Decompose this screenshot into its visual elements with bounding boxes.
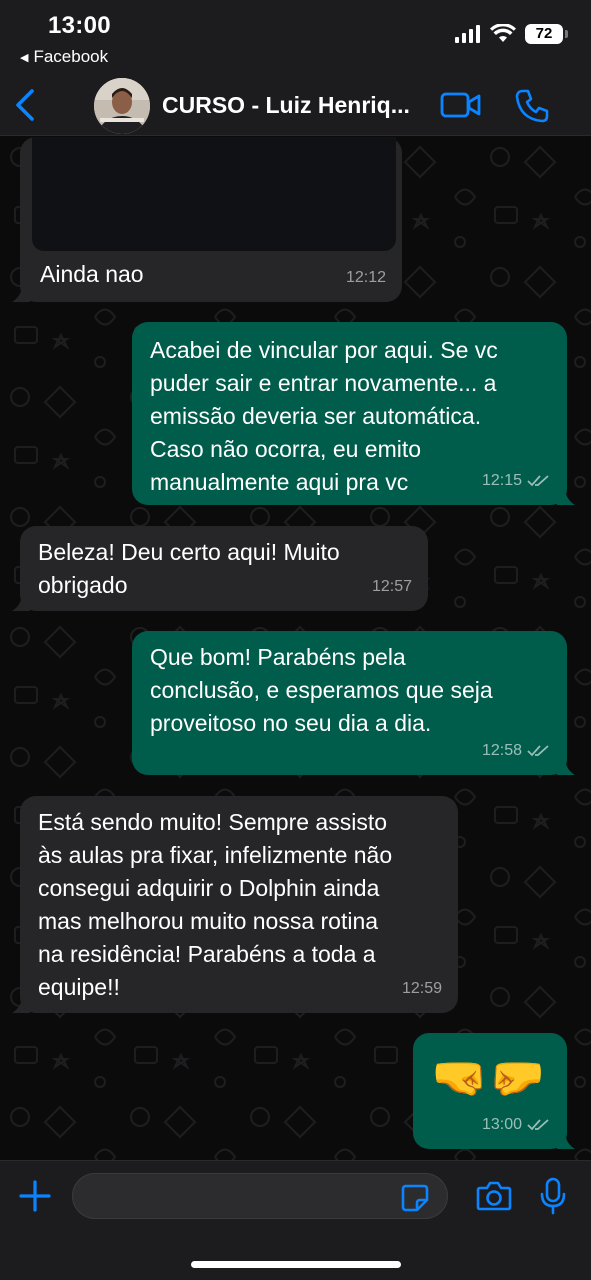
chat-header: CURSO - Luiz Henriq... [0,76,591,136]
wifi-icon [490,24,516,42]
bubble-tail [557,487,575,505]
system-icons: 72 [455,24,568,44]
message-composer [0,1160,591,1280]
sticker-icon[interactable] [400,1183,430,1213]
cellular-signal-icon [455,25,480,43]
message-input[interactable] [72,1173,448,1219]
message-bubble-outgoing[interactable]: Acabei de vincular por aqui. Se vc puder… [132,322,575,505]
bubble-tail [12,284,30,302]
message-meta: 12:59 [402,972,442,1005]
message-bubble-incoming[interactable]: Está sendo muito! Sempre assisto às aula… [12,796,458,1013]
bubble-tail [557,757,575,775]
message-emoji: 🤜🤛 [431,1051,546,1103]
message-time: 12:57 [371,578,412,595]
message-meta: 12:15 [482,464,551,497]
chat-title[interactable]: CURSO - Luiz Henriq... [162,92,410,119]
back-triangle-icon: ◀ [20,51,29,64]
message-time: 12:58 [481,742,522,759]
home-indicator [191,1261,401,1268]
read-receipt-icon [527,1118,549,1130]
video-call-icon[interactable] [440,90,482,120]
message-text: Que bom! Parabéns pela conclusão, e espe… [150,644,493,736]
avatar-photo [94,78,150,134]
back-arrow-icon[interactable] [12,88,38,122]
message-bubble-incoming[interactable]: Beleza! Deu certo aqui! Muito obrigado 1… [12,526,428,611]
battery-indicator: 72 [525,24,568,44]
read-receipt-icon [527,474,549,486]
message-time: 12:15 [481,472,522,489]
message-image[interactable] [32,137,396,251]
message-time: 12:59 [401,980,442,997]
message-meta: 12:12 [346,261,386,294]
phone-call-icon[interactable] [514,88,550,124]
bubble-tail [12,995,30,1013]
camera-icon[interactable] [476,1180,512,1212]
bubble-tail [557,1131,575,1149]
microphone-icon[interactable] [540,1177,566,1215]
read-receipt-icon [527,744,549,756]
plus-attach-icon[interactable] [18,1179,52,1213]
status-bar: 13:00 ◀ Facebook 72 [0,0,591,76]
back-app-label: Facebook [33,47,109,66]
status-time: 13:00 [48,12,111,39]
back-to-app-link[interactable]: ◀ Facebook [20,47,108,67]
chat-messages-area[interactable]: Ainda nao 12:12 Acabei de vincular por a… [0,137,591,1160]
message-meta: 12:58 [482,734,551,767]
message-bubble-outgoing[interactable]: Que bom! Parabéns pela conclusão, e espe… [132,631,575,775]
contact-avatar[interactable] [94,78,150,134]
message-meta: 13:00 [482,1108,551,1141]
message-text: Ainda nao [40,261,144,287]
message-bubble-incoming[interactable]: Ainda nao 12:12 [12,137,402,302]
message-meta: 12:57 [372,570,412,603]
bubble-tail [12,593,30,611]
message-time: 13:00 [481,1116,522,1133]
message-bubble-outgoing[interactable]: 🤜🤛 13:00 [413,1033,575,1149]
message-text: Está sendo muito! Sempre assisto às aula… [38,809,393,1000]
message-text: Beleza! Deu certo aqui! Muito obrigado [38,539,340,598]
message-time: 12:12 [345,269,386,286]
